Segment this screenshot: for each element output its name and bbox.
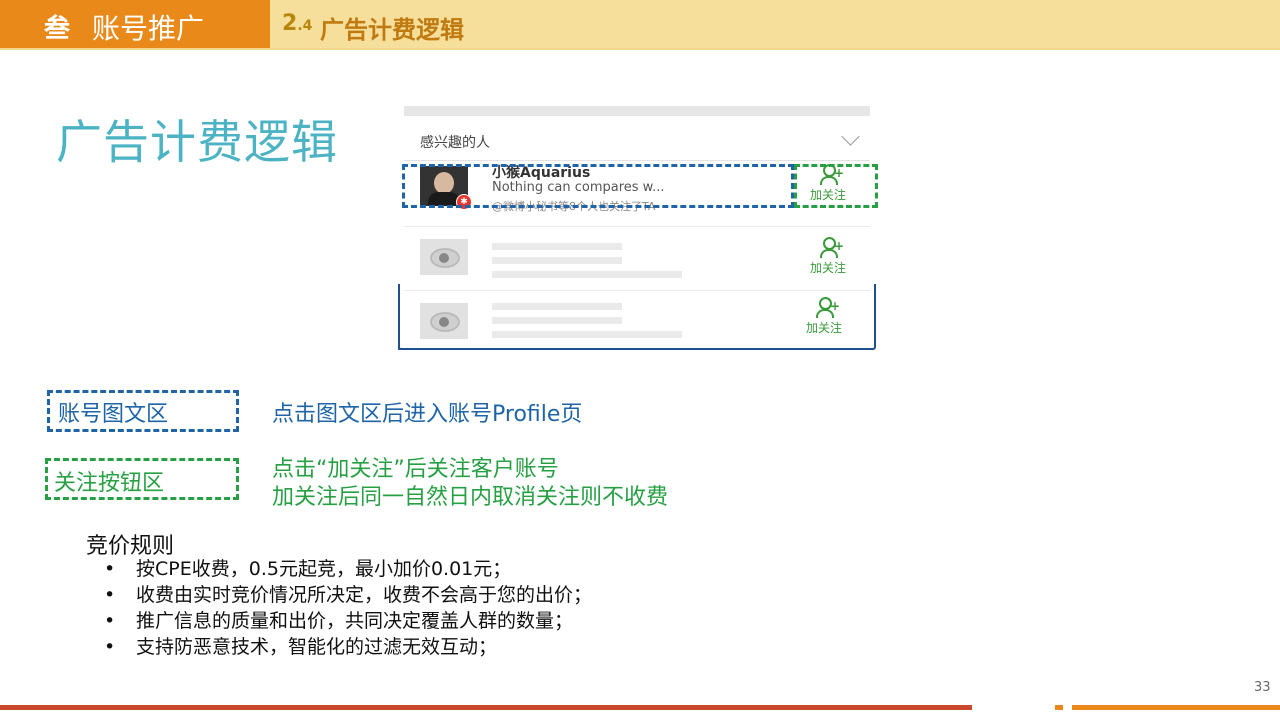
bidding-rules-list: 按CPE收费，0.5元起竞，最小加价0.01元； 收费由实时竞价情况所决定，收费… <box>104 556 592 660</box>
subsection-header: 2.4 广告计费逻辑 <box>270 0 1280 48</box>
header-divider <box>0 48 1280 50</box>
list-item: 按CPE收费，0.5元起竞，最小加价0.01元； <box>104 556 592 582</box>
mock-card-header: 感兴趣的人 <box>404 116 870 161</box>
legend-blue-description: 点击图文区后进入账号Profile页 <box>272 402 583 427</box>
section-header: 叁 账号推广 <box>0 0 270 48</box>
chevron-down-icon <box>841 127 860 146</box>
placeholder-line <box>492 243 622 250</box>
list-item: 推广信息的质量和出价，共同决定覆盖人群的数量； <box>104 608 592 634</box>
subsection-title: 广告计费逻辑 <box>320 16 464 44</box>
mock-top-bar <box>404 106 870 116</box>
section-icon: 叁 <box>44 14 71 44</box>
list-item: + 加关注 <box>404 226 870 287</box>
footer-bar <box>0 705 972 710</box>
legend-green-description-2: 加关注后同一自然日内取消关注则不收费 <box>272 485 669 510</box>
footer-bar-right <box>1072 705 1280 710</box>
interest-list-mockup: 感兴趣的人 ✱ 小猴Aquarius Nothing can compares … <box>398 106 876 352</box>
list-item: 支持防恶意技术，智能化的过滤无效互动； <box>104 634 592 660</box>
follow-button: + 加关注 <box>800 235 856 275</box>
placeholder-line <box>492 257 622 264</box>
list-item: 收费由实时竞价情况所决定，收费不会高于您的出价； <box>104 582 592 608</box>
placeholder-line <box>492 271 682 278</box>
mock-frame <box>398 284 876 350</box>
page-title: 广告计费逻辑 <box>56 115 338 169</box>
follow-label: 加关注 <box>809 261 846 275</box>
mock-card-title: 感兴趣的人 <box>420 135 490 151</box>
profile-area-highlight <box>402 164 794 208</box>
footer-square <box>1055 705 1063 710</box>
subsection-number: 2.4 <box>282 11 313 36</box>
weibo-logo-icon <box>420 239 468 275</box>
legend-blue-label: 账号图文区 <box>58 402 169 427</box>
follow-area-highlight <box>794 164 878 208</box>
section-title: 账号推广 <box>92 12 205 45</box>
page-number: 33 <box>1254 680 1271 695</box>
legend-green-label: 关注按钮区 <box>54 471 165 496</box>
